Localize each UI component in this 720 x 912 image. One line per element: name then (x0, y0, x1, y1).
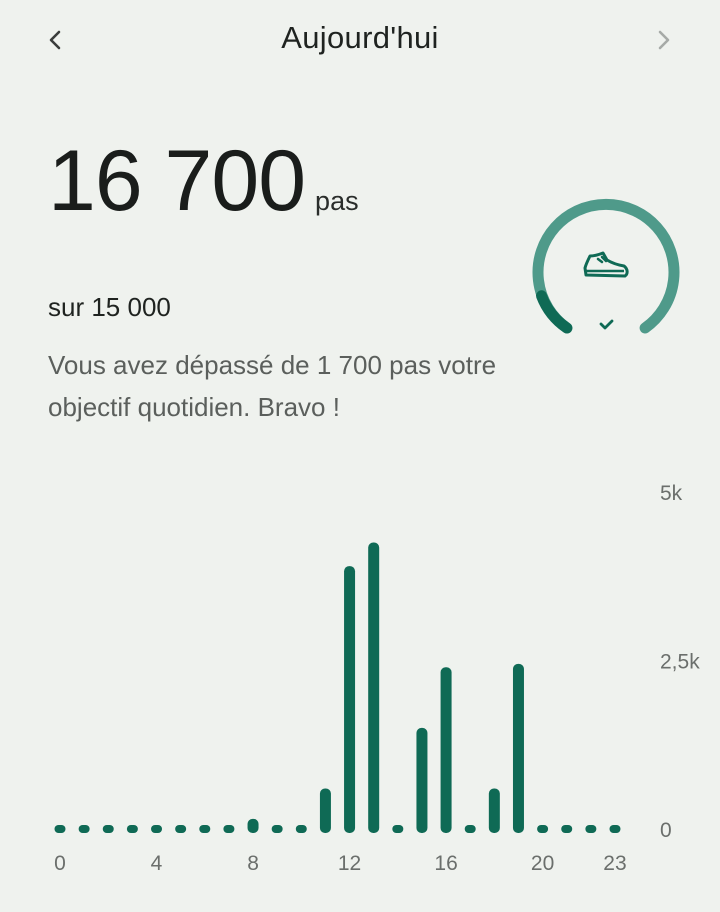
bar-hour-14 (392, 825, 404, 833)
y-tick-label: 2,5k (660, 651, 700, 674)
bar-hour-3 (126, 825, 138, 833)
bar-hour-15 (416, 727, 428, 833)
bar-hour-16 (440, 667, 452, 833)
bar-hour-17 (464, 825, 476, 833)
bar-hour-7 (223, 825, 235, 833)
bar-hour-5 (175, 825, 187, 833)
x-tick-label: 16 (434, 852, 457, 875)
bar-hour-11 (319, 788, 331, 833)
x-tick-label: 23 (603, 852, 626, 875)
bar-hour-18 (488, 788, 500, 833)
chevron-right-icon (658, 30, 670, 50)
next-day-button[interactable] (641, 18, 685, 62)
page-title: Aujourd'hui (281, 20, 439, 55)
check-icon (599, 319, 614, 330)
bar-hour-9 (271, 825, 283, 833)
bar-hour-21 (561, 825, 573, 833)
step-goal: sur 15 000 (48, 292, 171, 322)
x-axis-ticks: 0 4 8 12 16 20 23 (54, 852, 627, 875)
sneaker-icon (583, 251, 629, 278)
y-tick-label: 5k (660, 482, 683, 505)
bar-hour-20 (537, 825, 549, 833)
goal-message: Vous avez dépassé de 1 700 pas votre obj… (48, 350, 497, 422)
bar-hour-12 (344, 566, 356, 833)
bar-hour-1 (78, 825, 90, 833)
bar-hour-2 (102, 825, 114, 833)
steps-count: 16 700 (48, 133, 306, 229)
x-tick-label: 4 (151, 852, 163, 875)
bar-hour-22 (585, 825, 597, 833)
bar-hour-19 (512, 663, 524, 833)
y-tick-label: 0 (660, 819, 672, 842)
header: Aujourd'hui (0, 0, 720, 80)
x-tick-label: 8 (247, 852, 259, 875)
x-tick-label: 0 (54, 852, 66, 875)
x-tick-label: 12 (338, 852, 361, 875)
ring-overflow (536, 290, 573, 334)
bar-hour-23 (609, 825, 621, 833)
steps-summary: 16 700 pas (48, 138, 359, 224)
bar-hour-10 (295, 825, 307, 833)
x-tick-label: 20 (531, 852, 554, 875)
bar-hour-0 (54, 825, 66, 833)
steps-unit: pas (315, 186, 359, 216)
ring-track (532, 198, 680, 334)
bar-hour-13 (368, 542, 380, 833)
y-axis-ticks: 0 2,5k 5k (660, 482, 700, 842)
hourly-steps-chart: 0 4 8 12 16 20 23 0 2,5k 5k (54, 482, 700, 875)
bar-hour-6 (199, 825, 211, 833)
bar-hour-4 (151, 825, 163, 833)
bar-hour-8 (247, 818, 259, 833)
chart-bars (54, 542, 621, 833)
progress-ring (532, 198, 680, 334)
